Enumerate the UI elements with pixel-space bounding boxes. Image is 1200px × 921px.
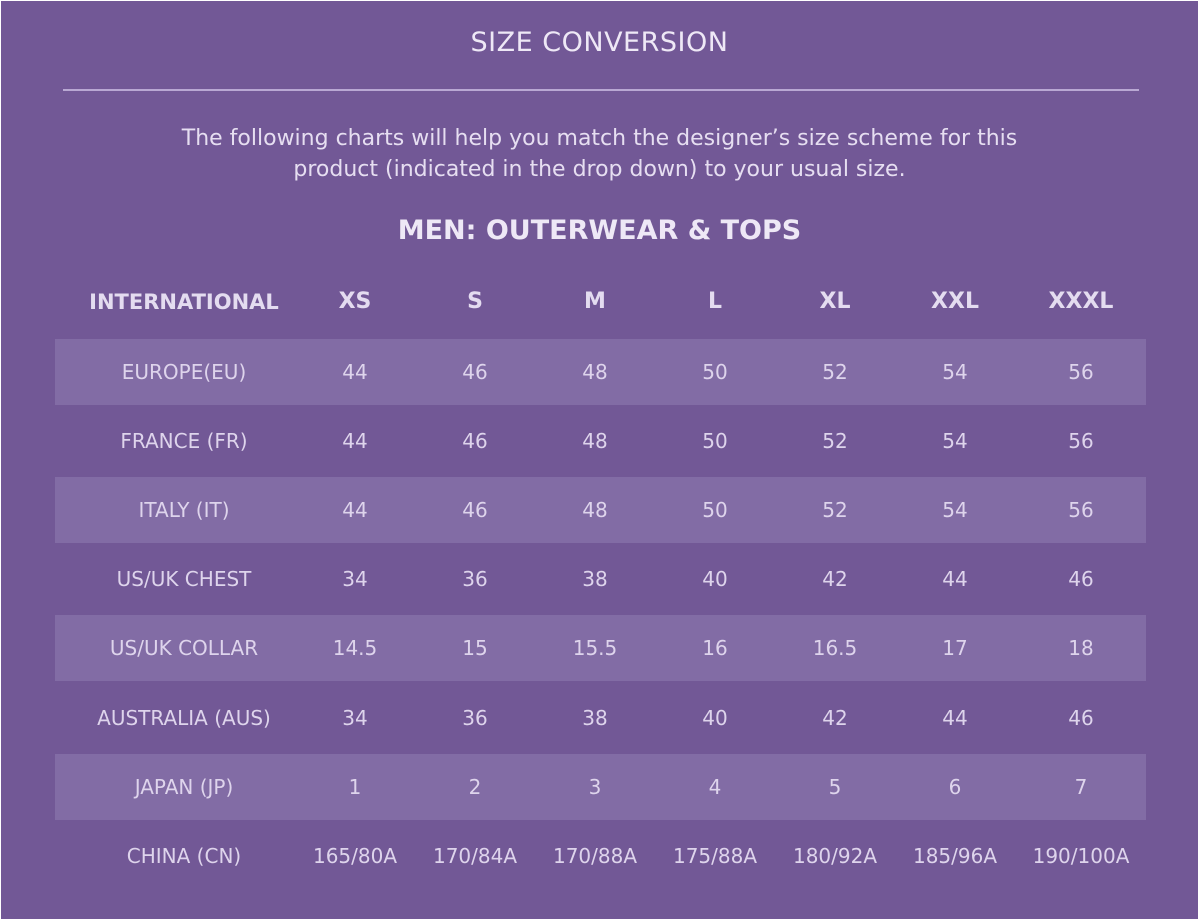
table-cell: 36 <box>462 706 488 730</box>
table-cell: 14.5 <box>332 636 378 660</box>
table-cell: 46 <box>462 429 488 453</box>
table-cell: 54 <box>942 360 968 384</box>
intro-line-2: product (indicated in the drop down) to … <box>293 157 906 182</box>
table-cell: 170/84A <box>432 844 518 868</box>
table-cell: 44 <box>342 429 368 453</box>
table-cell: 7 <box>1074 775 1088 799</box>
table-cell: 54 <box>942 429 968 453</box>
header-cell-s: S <box>467 289 483 314</box>
table-cell: 44 <box>942 567 968 591</box>
table-cell: 1 <box>348 775 362 799</box>
table-cell: 52 <box>822 498 848 522</box>
header-cell-m: M <box>584 289 606 314</box>
row-label: JAPAN (JP) <box>134 775 234 799</box>
table-row-italy: ITALY (IT) 44 46 48 50 52 54 56 <box>55 477 1146 543</box>
page-title: SIZE CONVERSION <box>470 27 729 58</box>
title-divider <box>63 89 1139 91</box>
table-cell: 34 <box>342 567 368 591</box>
size-conversion-panel: SIZE CONVERSION The following charts wil… <box>1 1 1198 919</box>
table-cell: 185/96A <box>912 844 998 868</box>
table-cell: 40 <box>702 567 728 591</box>
table-cell: 18 <box>1068 636 1094 660</box>
table-cell: 50 <box>702 360 728 384</box>
table-cell: 44 <box>942 706 968 730</box>
table-cell: 170/88A <box>552 844 638 868</box>
table-cell: 190/100A <box>1032 844 1130 868</box>
table-cell: 42 <box>822 567 848 591</box>
table-cell: 38 <box>582 706 608 730</box>
row-label: CHINA (CN) <box>126 844 242 868</box>
header-cell-l: L <box>707 289 723 314</box>
table-cell: 56 <box>1068 498 1094 522</box>
table-cell: 34 <box>342 706 368 730</box>
table-cell: 36 <box>462 567 488 591</box>
table-cell: 56 <box>1068 429 1094 453</box>
table-cell: 3 <box>588 775 602 799</box>
table-cell: 48 <box>582 429 608 453</box>
header-cell-xxl: XXL <box>931 289 979 314</box>
table-cell: 165/80A <box>312 844 398 868</box>
header-cell-international: INTERNATIONAL <box>89 290 279 314</box>
table-cell: 48 <box>582 360 608 384</box>
row-label: FRANCE (FR) <box>120 429 248 453</box>
table-cell: 2 <box>468 775 482 799</box>
row-label: US/UK CHEST <box>116 567 252 591</box>
table-header-row: INTERNATIONAL XS S M L XL XXL XXXL <box>55 269 1146 335</box>
section-title: MEN: OUTERWEAR & TOPS <box>397 215 802 246</box>
table-cell: 46 <box>1068 706 1094 730</box>
row-label: ITALY (IT) <box>138 498 230 522</box>
table-cell: 16.5 <box>812 636 858 660</box>
intro-text: The following charts will help you match… <box>1 123 1198 185</box>
table-cell: 4 <box>708 775 722 799</box>
table-cell: 44 <box>342 360 368 384</box>
row-label: AUSTRALIA (AUS) <box>97 706 271 730</box>
table-cell: 6 <box>948 775 962 799</box>
table-cell: 46 <box>462 360 488 384</box>
table-cell: 50 <box>702 498 728 522</box>
intro-line-1: The following charts will help you match… <box>181 126 1018 151</box>
table-row-us-uk-chest: US/UK CHEST 34 36 38 40 42 44 46 <box>55 546 1146 612</box>
table-cell: 56 <box>1068 360 1094 384</box>
table-cell: 46 <box>462 498 488 522</box>
table-row-france: FRANCE (FR) 44 46 48 50 52 54 56 <box>55 408 1146 474</box>
table-cell: 175/88A <box>672 844 758 868</box>
row-label: US/UK COLLAR <box>109 636 259 660</box>
table-cell: 52 <box>822 429 848 453</box>
table-row-china: CHINA (CN) 165/80A 170/84A 170/88A 175/8… <box>55 823 1146 889</box>
table-cell: 16 <box>702 636 728 660</box>
table-cell: 15 <box>462 636 488 660</box>
header-cell-xl: XL <box>819 289 851 314</box>
table-row-japan: JAPAN (JP) 1 2 3 4 5 6 7 <box>55 754 1146 820</box>
table-cell: 42 <box>822 706 848 730</box>
table-cell: 44 <box>342 498 368 522</box>
table-row-us-uk-collar: US/UK COLLAR 14.5 15 15.5 16 16.5 17 18 <box>55 615 1146 681</box>
table-cell: 5 <box>828 775 842 799</box>
table-cell: 50 <box>702 429 728 453</box>
table-cell: 48 <box>582 498 608 522</box>
table-cell: 54 <box>942 498 968 522</box>
header-cell-xxxl: XXXL <box>1048 289 1114 314</box>
header-cell-xs: XS <box>338 289 372 314</box>
table-cell: 15.5 <box>572 636 618 660</box>
table-row-australia: AUSTRALIA (AUS) 34 36 38 40 42 44 46 <box>55 685 1146 751</box>
row-label: EUROPE(EU) <box>121 360 247 384</box>
table-cell: 38 <box>582 567 608 591</box>
table-cell: 52 <box>822 360 848 384</box>
table-cell: 40 <box>702 706 728 730</box>
table-row-europe: EUROPE(EU) 44 46 48 50 52 54 56 <box>55 339 1146 405</box>
table-cell: 17 <box>942 636 968 660</box>
table-cell: 46 <box>1068 567 1094 591</box>
table-cell: 180/92A <box>792 844 878 868</box>
